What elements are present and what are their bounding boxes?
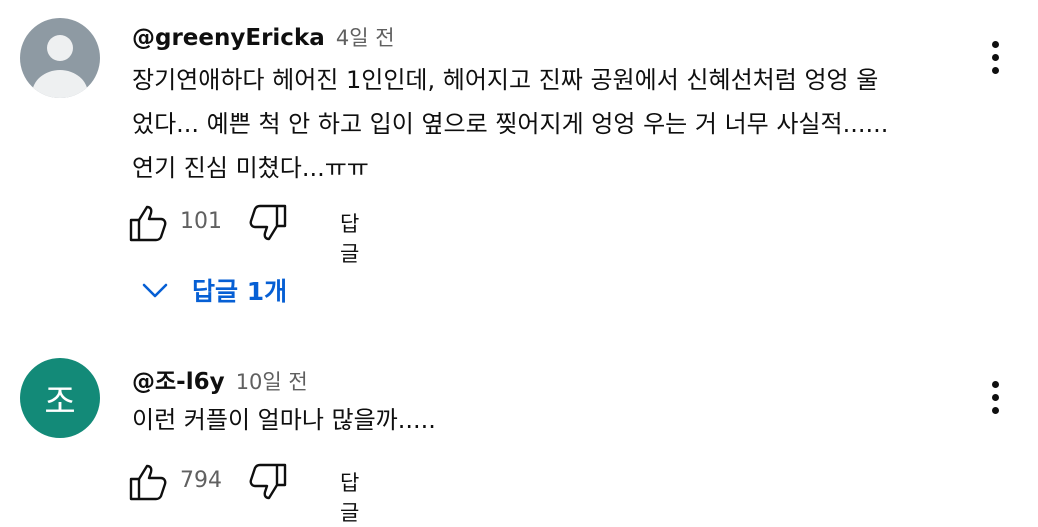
like-count: 794 (180, 468, 222, 493)
comment-text-line: 이런 커플이 얼마나 많을까..... (132, 406, 436, 434)
comment-author[interactable]: @조-l6y (132, 369, 225, 395)
more-menu-icon[interactable] (983, 378, 1007, 418)
reply-button[interactable]: 답글 (340, 208, 359, 268)
like-icon[interactable] (128, 203, 168, 243)
dislike-icon[interactable] (248, 203, 288, 243)
comment-timestamp[interactable]: 10일 전 (236, 370, 308, 394)
dislike-icon[interactable] (248, 462, 288, 502)
like-count: 101 (180, 209, 222, 234)
comment-text-line: 장기연애하다 헤어진 1인인데, 헤어지고 진짜 공원에서 신혜선처럼 엉엉 울 (132, 66, 879, 94)
avatar-letter: 조 (44, 381, 76, 422)
more-menu-icon[interactable] (983, 38, 1007, 78)
like-icon[interactable] (128, 462, 168, 502)
default-avatar-icon (32, 35, 88, 98)
chevron-down-icon (142, 283, 168, 298)
comment-text-line: 었다... 예쁜 척 안 하고 입이 옆으로 찢어지게 엉엉 우는 거 너무 사… (132, 110, 889, 138)
view-replies-label: 답글 1개 (192, 277, 288, 306)
comment-text-line: 연기 진심 미쳤다...ㅠㅠ (132, 154, 369, 182)
avatar[interactable]: 조 (20, 358, 100, 438)
comment-text: 장기연애하다 헤어진 1인인데, 헤어지고 진짜 공원에서 신혜선처럼 엉엉 울… (132, 58, 962, 190)
reply-button[interactable]: 답글 (340, 467, 359, 527)
comment-header: @조-l6y 10일 전 (132, 362, 308, 396)
comment-header: @greenyEricka 4일 전 (132, 22, 395, 52)
comment-author[interactable]: @greenyEricka (132, 25, 325, 51)
comment-text: 이런 커플이 얼마나 많을까..... (132, 398, 962, 442)
avatar[interactable] (20, 18, 100, 98)
comment-timestamp[interactable]: 4일 전 (336, 26, 395, 50)
